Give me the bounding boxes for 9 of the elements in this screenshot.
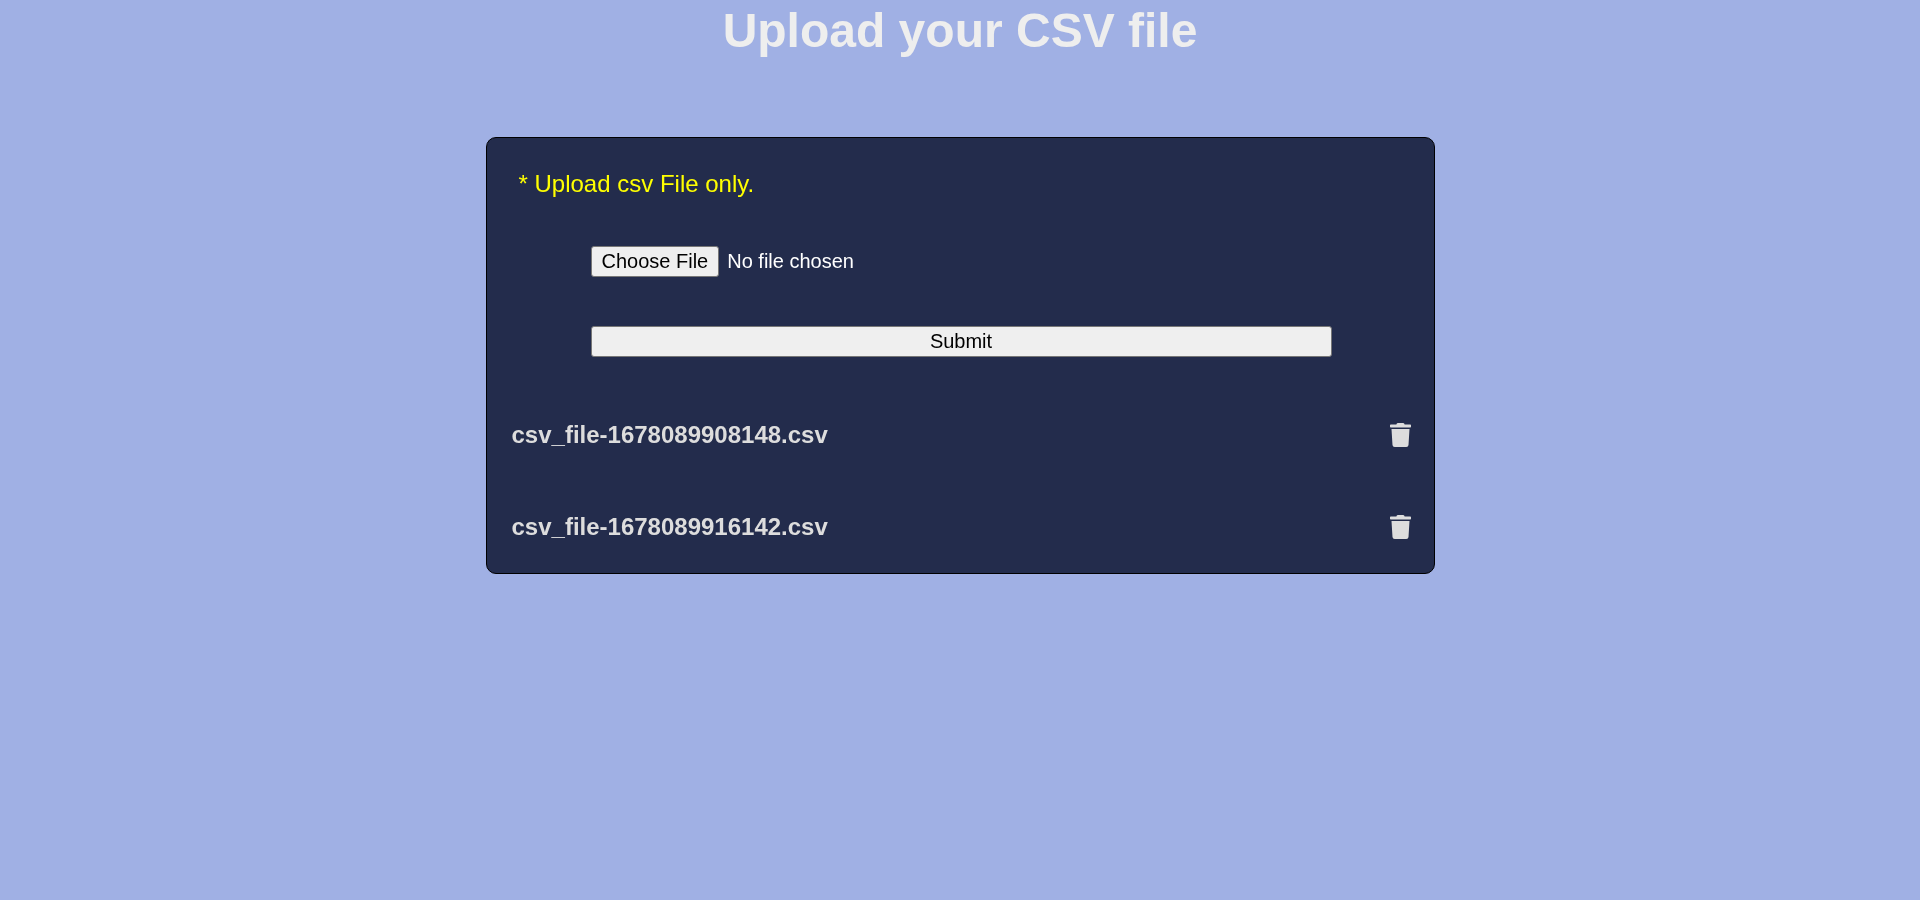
choose-file-button[interactable]: Choose File (590, 245, 720, 277)
trash-icon[interactable] (1389, 422, 1411, 447)
file-name: csv_file-1678089916142.csv (511, 513, 828, 541)
trash-icon[interactable] (1389, 514, 1411, 539)
file-name: csv_file-1678089908148.csv (511, 421, 828, 449)
submit-button[interactable]: Submit (590, 325, 1332, 357)
upload-note: * Upload csv File only. (518, 170, 755, 198)
file-status: No file chosen (727, 249, 854, 273)
page-title: Upload your CSV file (722, 3, 1198, 59)
